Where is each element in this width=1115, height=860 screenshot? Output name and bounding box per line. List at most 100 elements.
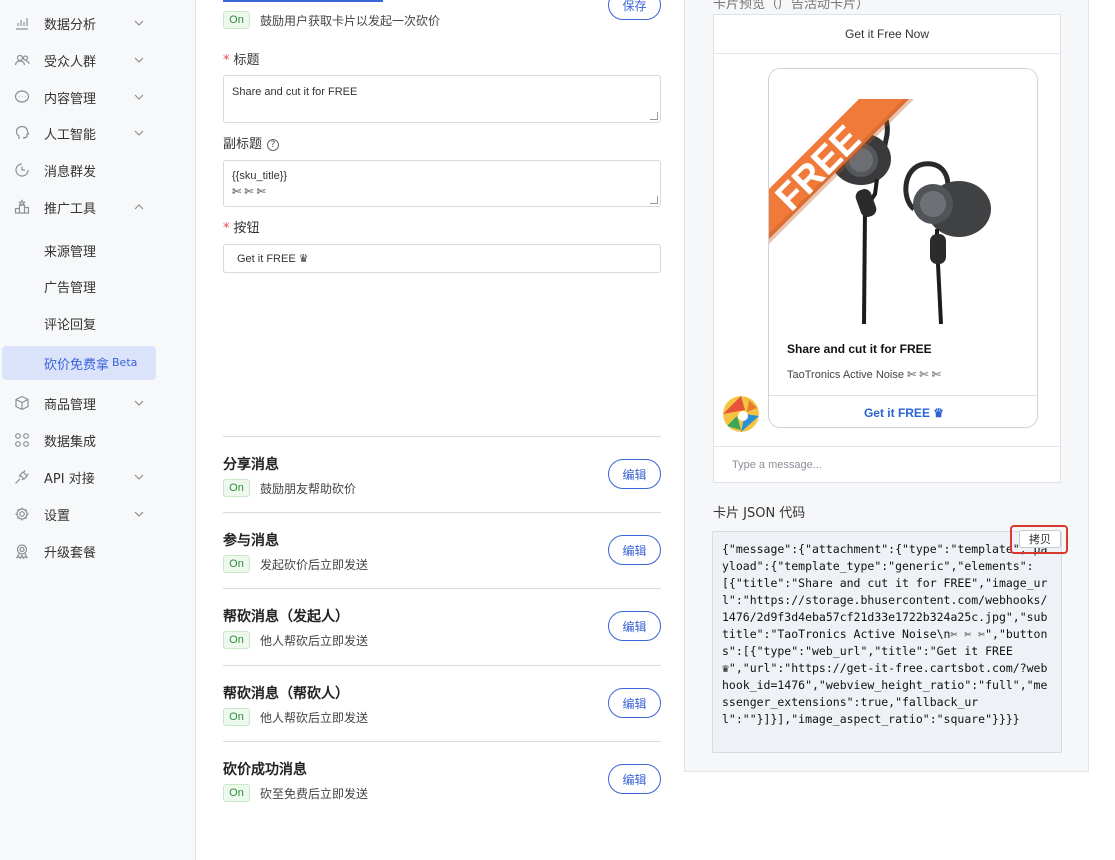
message-status-row: On 鼓励朋友帮助砍价 <box>223 479 356 497</box>
message-status-row: On 他人帮砍后立即发送 <box>223 631 368 649</box>
resize-handle-icon[interactable] <box>650 112 658 120</box>
grid-icon <box>13 431 31 449</box>
chevron-down-icon <box>134 57 144 63</box>
main-content: On 鼓励用户获取卡片以发起一次砍价 保存 * 标题 Share and cut … <box>196 0 684 860</box>
button-label-text: 按钮 <box>233 221 260 236</box>
sidebar-subitem-ads[interactable]: 广告管理 <box>0 269 196 303</box>
sidebar-item-ai[interactable]: 人工智能 <box>0 116 196 150</box>
button-text-input[interactable]: Get it FREE ♛ <box>223 244 661 273</box>
sidebar-item-label: 砍价免费拿 Beta <box>44 354 137 373</box>
sidebar-item-label: 消息群发 <box>44 164 97 180</box>
message-join: 参与消息 On 发起砍价后立即发送 编辑 <box>223 512 661 589</box>
plug-icon <box>13 468 31 486</box>
chevron-down-icon <box>134 94 144 100</box>
card-status-row: On 鼓励用户获取卡片以发起一次砍价 <box>223 11 440 29</box>
chart-icon <box>13 14 31 32</box>
message-share: 分享消息 On 鼓励朋友帮助砍价 编辑 <box>223 436 661 513</box>
sidebar-item-audience[interactable]: 受众人群 <box>0 43 196 77</box>
preview-heading: 卡片预览（广告活动卡片） <box>713 0 870 12</box>
help-icon[interactable]: ? <box>267 139 280 151</box>
message-title: 分享消息 <box>223 457 279 473</box>
title-textarea-value: Share and cut it for FREE <box>232 86 358 98</box>
json-code-block[interactable]: {"message":{"attachment":{"type":"templa… <box>712 531 1062 753</box>
sidebar-subitem-source[interactable]: 来源管理 <box>0 233 196 267</box>
product-card: FREE Share and cut it for FREE TaoTronic… <box>768 68 1038 428</box>
sidebar: 数据分析 受众人群 内容管理 人工智能 消息群发 推广工具 来源管理 广告管理 … <box>0 0 196 860</box>
chevron-down-icon <box>134 511 144 517</box>
edit-button[interactable]: 编辑 <box>608 611 661 641</box>
sidebar-item-label: 设置 <box>44 508 71 524</box>
on-tag[interactable]: On <box>223 479 250 497</box>
header-link-underline <box>223 0 383 2</box>
save-button[interactable]: 保存 <box>608 0 661 20</box>
on-tag[interactable]: On <box>223 708 250 726</box>
brain-icon <box>13 124 31 142</box>
box-icon <box>13 394 31 412</box>
card-cta-button[interactable]: Get it FREE ♛ <box>769 395 1037 427</box>
sidebar-subitem-bargain-free[interactable]: 砍价免费拿 Beta <box>2 346 156 380</box>
chevron-down-icon <box>134 130 144 136</box>
earphones-illustration: FREE <box>769 99 991 325</box>
sidebar-subitem-comments[interactable]: 评论回复 <box>0 306 196 340</box>
sidebar-item-settings[interactable]: 设置 <box>0 497 196 531</box>
podium-icon <box>13 198 31 216</box>
message-input[interactable]: Type a message... <box>714 446 1060 483</box>
subtitle-field-label: 副标题? <box>223 133 280 152</box>
sidebar-item-label: 升级套餐 <box>44 545 97 561</box>
card-description: 鼓励用户获取卡片以发起一次砍价 <box>260 13 441 28</box>
card-title: Share and cut it for FREE <box>787 342 932 356</box>
message-title: 帮砍消息（发起人） <box>223 609 349 625</box>
preview-top-bar: Get it Free Now <box>714 15 1060 54</box>
message-title: 帮砍消息（帮砍人） <box>223 686 349 702</box>
on-tag[interactable]: On <box>223 784 250 802</box>
edit-button[interactable]: 编辑 <box>608 459 661 489</box>
resize-handle-icon[interactable] <box>650 196 658 204</box>
sidebar-item-label: 内容管理 <box>44 91 97 107</box>
clock-icon <box>13 161 31 179</box>
message-description: 他人帮砍后立即发送 <box>260 633 369 648</box>
on-tag[interactable]: On <box>223 631 250 649</box>
chevron-up-icon <box>134 204 144 210</box>
edit-button[interactable]: 编辑 <box>608 764 661 794</box>
edit-button[interactable]: 编辑 <box>608 535 661 565</box>
subtitle-textarea[interactable]: {{sku_title}} ✄ ✄ ✄ <box>223 160 661 207</box>
chevron-down-icon <box>134 20 144 26</box>
sidebar-item-label: 受众人群 <box>44 54 97 70</box>
beta-badge: Beta <box>112 355 138 369</box>
upgrade-icon <box>13 542 31 560</box>
title-textarea[interactable]: Share and cut it for FREE <box>223 75 661 123</box>
sidebar-item-api[interactable]: API 对接 <box>0 460 196 494</box>
sidebar-item-upgrade[interactable]: 升级套餐 <box>0 534 196 568</box>
message-description: 发起砍价后立即发送 <box>260 557 369 572</box>
sidebar-item-products[interactable]: 商品管理 <box>0 386 196 420</box>
subtitle-label-text: 副标题 <box>223 137 263 152</box>
sidebar-item-broadcast[interactable]: 消息群发 <box>0 153 196 187</box>
chat-icon <box>13 88 31 106</box>
sidebar-item-text: 砍价免费拿 <box>44 357 110 373</box>
title-field-label: * 标题 <box>223 53 260 68</box>
users-icon <box>13 51 31 69</box>
gear-icon <box>13 505 31 523</box>
sidebar-item-promotion[interactable]: 推广工具 <box>0 190 196 224</box>
on-tag[interactable]: On <box>223 11 250 29</box>
title-label-text: 标题 <box>233 53 260 68</box>
message-status-row: On 他人帮砍后立即发送 <box>223 708 368 726</box>
message-description: 他人帮砍后立即发送 <box>260 710 369 725</box>
sidebar-item-label: 数据集成 <box>44 434 97 450</box>
sidebar-item-label: 商品管理 <box>44 397 97 413</box>
sidebar-item-label: 广告管理 <box>44 280 97 296</box>
message-help-helper: 帮砍消息（帮砍人） On 他人帮砍后立即发送 编辑 <box>223 665 661 742</box>
copy-button[interactable]: 拷贝 <box>1019 530 1061 548</box>
sidebar-item-data-analysis[interactable]: 数据分析 <box>0 6 196 40</box>
chevron-down-icon <box>134 474 144 480</box>
on-tag[interactable]: On <box>223 555 250 573</box>
message-description: 鼓励朋友帮助砍价 <box>260 481 357 496</box>
sidebar-item-integration[interactable]: 数据集成 <box>0 423 196 457</box>
message-status-row: On 砍至免费后立即发送 <box>223 784 368 802</box>
subtitle-textarea-value: {{sku_title}} ✄ ✄ ✄ <box>232 170 288 198</box>
message-description: 砍至免费后立即发送 <box>260 786 369 801</box>
sidebar-item-content[interactable]: 内容管理 <box>0 80 196 114</box>
copy-highlight: 拷贝 <box>1010 525 1068 554</box>
product-image: FREE <box>769 69 1037 336</box>
edit-button[interactable]: 编辑 <box>608 688 661 718</box>
